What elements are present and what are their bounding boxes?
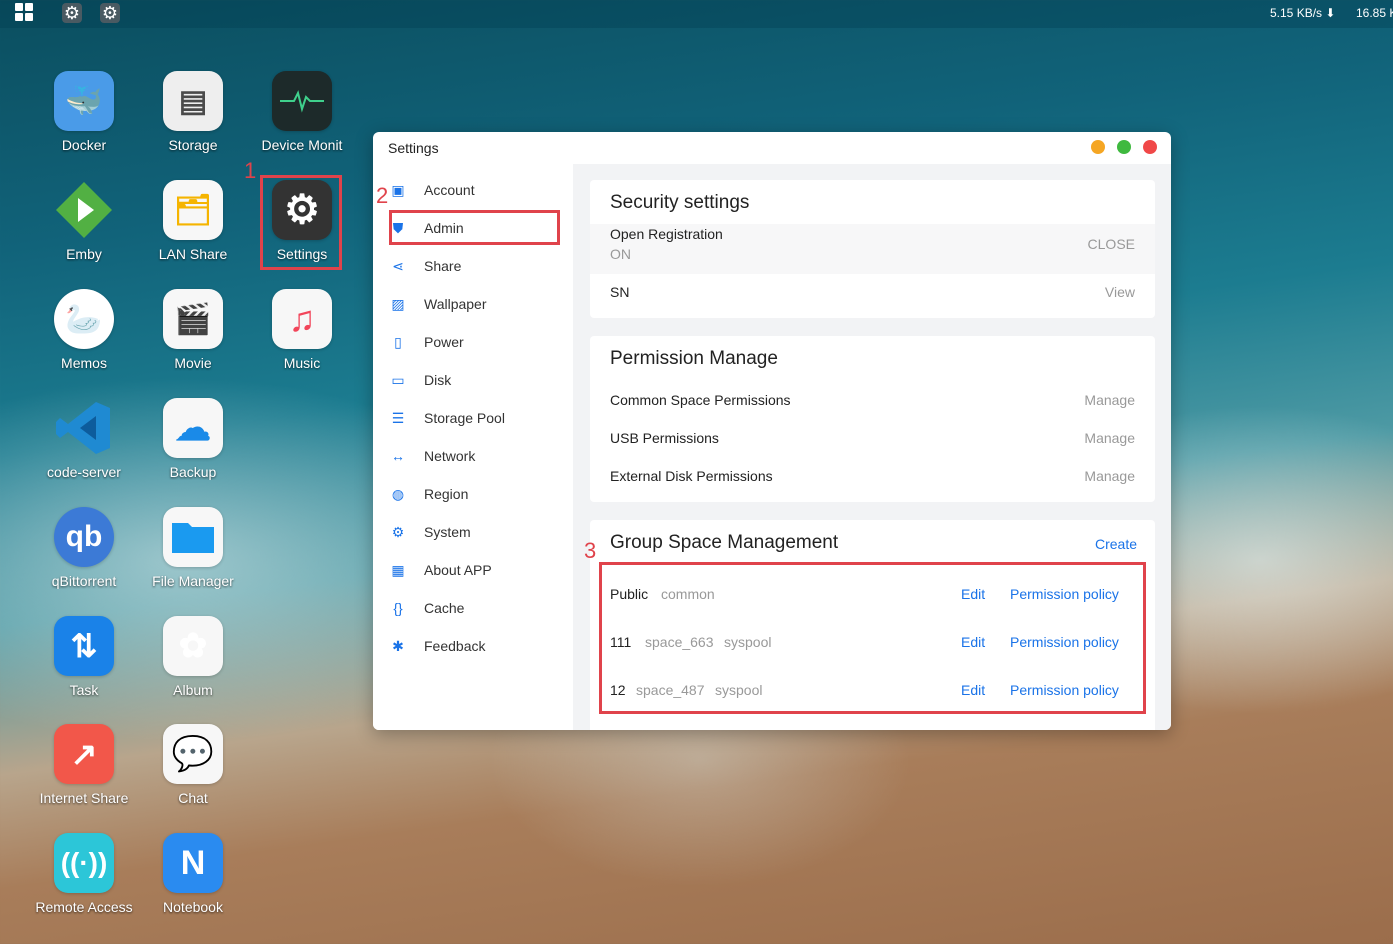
open-registration-label: Open Registration [610,226,723,242]
sidebar-item-share[interactable]: ⋖ Share [389,252,559,280]
app-code-server[interactable]: code-server [29,398,139,480]
usb-permissions-label: USB Permissions [610,430,719,446]
sn-view-button[interactable]: View [1105,284,1135,300]
common-space-permissions-label: Common Space Permissions [610,392,791,408]
share-icon: ⋖ [392,257,404,274]
sidebar-item-feedback[interactable]: ✱ Feedback [389,632,559,660]
sn-label: SN [610,284,630,300]
app-grid-icon[interactable] [14,3,34,23]
database-icon: ☰ [391,409,405,426]
upload-speed: 16.85 K [1356,6,1393,20]
minimize-button[interactable] [1091,140,1105,154]
permission-title: Permission Manage [610,348,778,369]
share-arrow-icon: ↗ [54,724,114,784]
maximize-button[interactable] [1117,140,1131,154]
app-lan-share[interactable]: 🗂 LAN Share [138,180,248,262]
folder-icon [163,507,223,567]
chat-bubble-icon: 💬 [163,724,223,784]
music-note-icon: ♫ [272,289,332,349]
sidebar-item-network[interactable]: ↔ Network [389,442,559,470]
braces-icon: {} [393,600,403,616]
network-arrows-icon: ↔ [391,448,405,464]
sidebar-item-cache[interactable]: {} Cache [389,594,559,622]
sidebar-item-power[interactable]: ▯ Power [389,328,559,356]
app-movie[interactable]: 🎬 Movie [138,289,248,371]
docker-whale-icon: 🐳 [54,71,114,131]
app-device-monit[interactable]: Device Monit [247,71,357,153]
close-registration-button[interactable]: CLOSE [1088,236,1135,252]
group-space-title: Group Space Management [610,532,839,553]
open-registration-value: ON [610,246,631,262]
qbittorrent-icon: qb [54,507,114,567]
app-notebook[interactable]: N Notebook [138,833,248,915]
usb-manage-button[interactable]: Manage [1084,430,1135,446]
folder-network-icon: 🗂 [163,180,223,240]
app-task[interactable]: ⇅ Task [29,616,139,698]
sidebar-item-account[interactable]: ▣ Account [389,176,559,204]
clapperboard-icon: 🎬 [163,289,223,349]
grid-icon: ▦ [391,561,405,578]
security-title: Security settings [610,192,750,213]
disk-icon: ▭ [391,371,405,388]
app-emby[interactable]: Emby [29,180,139,262]
annotation-step-3: 3 [584,538,597,563]
sidebar-item-disk[interactable]: ▭ Disk [389,366,559,394]
settings-sidebar: ▣ Account ⛊ Admin ⋖ Share ▨ Wallpaper ▯ Power… [373,164,573,730]
image-icon: ▨ [391,295,405,312]
annotation-box-settings [260,175,342,270]
photos-flower-icon: ✿ [163,616,223,676]
app-qbittorrent[interactable]: qb qBittorrent [29,507,139,589]
wireless-signal-icon: ((·)) [54,833,114,893]
external-disk-permissions-label: External Disk Permissions [610,468,773,484]
user-card-icon: ▣ [391,181,405,198]
app-music[interactable]: ♫ Music [247,289,357,371]
window-title: Settings [388,140,439,156]
gear-icon: ⚙ [391,523,405,540]
app-internet-share[interactable]: ↗ Internet Share [29,724,139,806]
transfer-arrows-icon: ⇅ [54,616,114,676]
app-docker[interactable]: 🐳 Docker [29,71,139,153]
bug-icon: ✱ [392,637,404,654]
battery-icon: ▯ [394,333,402,350]
memos-goose-icon: 🦢 [54,289,114,349]
heartbeat-monitor-icon [272,71,332,131]
sidebar-item-system[interactable]: ⚙ System [389,518,559,546]
annotation-step-2: 2 [376,183,389,208]
app-album[interactable]: ✿ Album [138,616,248,698]
globe-icon: ◍ [391,485,405,502]
permission-card: Permission Manage Common Space Permissio… [590,336,1155,502]
close-button[interactable] [1143,140,1157,154]
settings-taskbar-icon[interactable]: ⚙ [62,3,82,23]
hard-drive-icon: ▤ [163,71,223,131]
annotation-box-admin [389,210,560,245]
emby-play-icon [54,180,114,240]
annotation-step-1: 1 [244,158,257,183]
settings-taskbar-icon-2[interactable]: ⚙ [100,3,120,23]
create-group-space-button[interactable]: Create [1095,536,1137,552]
sidebar-item-wallpaper[interactable]: ▨ Wallpaper [389,290,559,318]
app-memos[interactable]: 🦢 Memos [29,289,139,371]
app-backup[interactable]: ☁ Backup [138,398,248,480]
app-storage[interactable]: ▤ Storage [138,71,248,153]
app-file-manager[interactable]: File Manager [138,507,248,589]
top-bar: ⚙ ⚙ 5.15 KB/s ⬇ 16.85 K [0,0,1393,28]
sidebar-item-about-app[interactable]: ▦ About APP [389,556,559,584]
app-remote-access[interactable]: ((·)) Remote Access [29,833,139,915]
common-space-manage-button[interactable]: Manage [1084,392,1135,408]
app-chat[interactable]: 💬 Chat [138,724,248,806]
sidebar-item-region[interactable]: ◍ Region [389,480,559,508]
download-speed: 5.15 KB/s ⬇ [1270,6,1336,20]
annotation-box-group-space [599,562,1146,714]
vscode-icon [54,398,114,458]
cloud-backup-icon: ☁ [163,398,223,458]
external-disk-manage-button[interactable]: Manage [1084,468,1135,484]
sidebar-item-storage-pool[interactable]: ☰ Storage Pool [389,404,559,432]
notebook-icon: N [163,833,223,893]
security-card: Security settings Open Registration ON C… [590,180,1155,318]
